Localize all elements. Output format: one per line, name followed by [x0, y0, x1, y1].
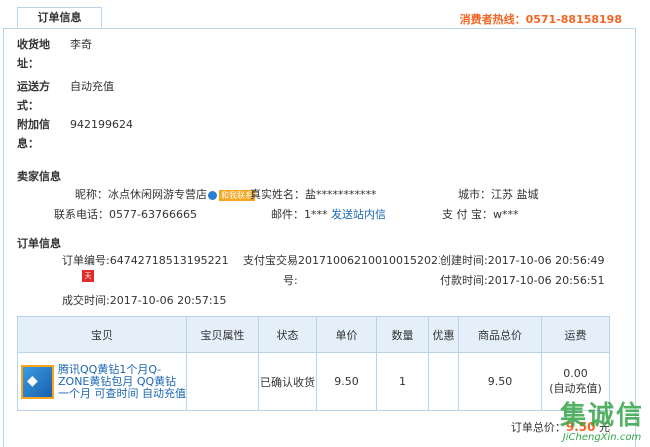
seller-email: 邮件：1*** 发送站内信 [271, 208, 386, 221]
table-row: ◆ 腾讯QQ黄钻1个月Q-ZONE黄钻包月 QQ黄钻一个月 可查时间 自动充值 … [17, 352, 610, 411]
product-thumbnail[interactable]: ◆ [21, 364, 54, 399]
delivery-value: 自动充值 [70, 80, 114, 93]
extra-info-label: 附加信 息： [17, 118, 50, 150]
alipay-trade-number-suffix: 号: [283, 274, 298, 287]
tmall-shop-icon: 天猫 [82, 270, 94, 292]
seller-nickname: 昵称：冰点休闲网游专营店 和我联系 [75, 188, 255, 201]
header-status: 状态 [258, 316, 317, 353]
discount-cell [428, 352, 459, 411]
online-status-icon [208, 190, 217, 200]
table-header-row: 宝贝 宝贝属性 状态 单价 数量 优惠 商品总价 运费 [17, 316, 610, 353]
paid-time: 付款时间:2017-10-06 20:56:51 [440, 274, 605, 287]
attributes-cell [186, 352, 259, 411]
quantity-cell: 1 [376, 352, 429, 411]
product-cell: ◆ 腾讯QQ黄钻1个月Q-ZONE黄钻包月 QQ黄钻一个月 可查时间 自动充值 [18, 363, 186, 400]
delivery-label: 运送方 式： [17, 80, 50, 112]
header-unit-price: 单价 [316, 316, 377, 353]
deal-time: 成交时间:2017-10-06 20:57:15 [62, 294, 227, 307]
order-section-title: 订单信息 [17, 237, 61, 250]
status-cell: 已确认收货 [258, 352, 317, 411]
header-attributes: 宝贝属性 [186, 316, 259, 353]
alipay-trade-number: 支付宝交易2017100621001001520235 [243, 254, 452, 267]
header-quantity: 数量 [376, 316, 429, 353]
seller-alipay: 支 付 宝：w*** [442, 208, 519, 221]
header-shipping: 运费 [541, 316, 610, 353]
order-number: 订单编号:64742718513195221 [62, 254, 229, 267]
address-label: 收货地 址： [17, 38, 50, 70]
header-total: 商品总价 [458, 316, 542, 353]
tab-order-info[interactable]: 订单信息 [17, 7, 102, 28]
seller-city: 城市：江苏 盐城 [458, 188, 539, 201]
unit-price-cell: 9.50 [316, 352, 377, 411]
order-items-table: 宝贝 宝贝属性 状态 单价 数量 优惠 商品总价 运费 ◆ 腾讯QQ黄钻1个月Q… [17, 316, 610, 411]
seller-section-title: 卖家信息 [17, 170, 61, 183]
watermark-logo: 集诚信 JiChengXin.com [559, 401, 644, 443]
address-value: 李奇 [70, 38, 92, 51]
header-item: 宝贝 [17, 316, 187, 353]
header-discount: 优惠 [428, 316, 459, 353]
consumer-hotline: 消费者热线：0571-88158198 [459, 13, 622, 26]
extra-info-value: 942199624 [70, 118, 133, 131]
product-link[interactable]: 腾讯QQ黄钻1个月Q-ZONE黄钻包月 QQ黄钻一个月 可查时间 自动充值 [58, 363, 186, 400]
seller-phone: 联系电话：0577-63766665 [54, 208, 197, 221]
total-cell: 9.50 [458, 352, 542, 411]
created-time: 创建时间:2017-10-06 20:56:49 [440, 252, 605, 268]
send-message-link[interactable]: 发送站内信 [331, 208, 386, 221]
seller-realname: 真实姓名：盐*********** [250, 188, 377, 201]
